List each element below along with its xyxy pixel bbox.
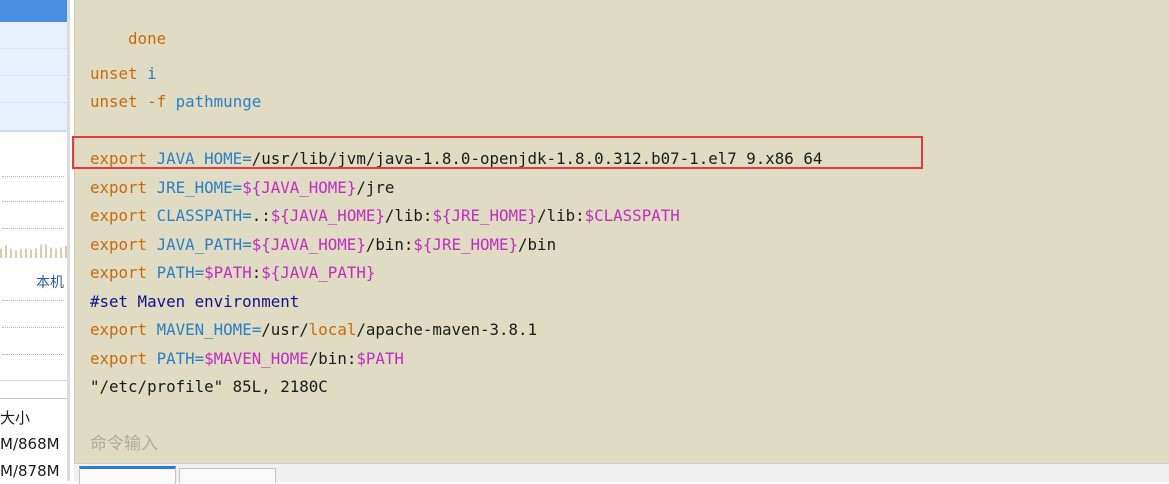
table-header-size: 大小 xyxy=(0,409,31,427)
sidebar-divider xyxy=(2,354,64,355)
code-line: export PATH=$MAVEN_HOME/bin:$PATH xyxy=(90,348,404,370)
sidebar-list[interactable] xyxy=(0,22,67,132)
keyword: export xyxy=(90,235,148,254)
keyword: local xyxy=(308,320,357,339)
keyword: export xyxy=(90,263,148,282)
code-line: export CLASSPATH=.:${JAVA_HOME}/lib:${JR… xyxy=(90,205,680,227)
path-value: .: xyxy=(251,206,271,225)
sidebar-list-row[interactable] xyxy=(0,103,67,129)
code-line: export JAVA_PATH=${JAVA_HOME}/bin:${JRE_… xyxy=(90,234,556,256)
path-value: /bin xyxy=(518,235,557,254)
variable: JRE_HOME= xyxy=(156,178,243,197)
variable-ref: ${JAVA_HOME} xyxy=(270,206,385,225)
sidebar-local-label[interactable]: 本机 xyxy=(36,272,64,292)
sidebar-list-row[interactable] xyxy=(0,76,67,103)
table-row[interactable]: M/868M xyxy=(0,435,60,453)
comment: #set xyxy=(90,292,129,311)
variable: pathmunge xyxy=(175,92,262,111)
sidebar-splitter[interactable] xyxy=(67,0,70,481)
keyword: export xyxy=(90,206,148,225)
path-value: /lib: xyxy=(537,206,585,225)
variable-ref: ${JAVA_HOME} xyxy=(242,178,357,197)
keyword: export xyxy=(90,178,148,197)
variable: JAVA_PATH= xyxy=(156,235,252,254)
code-line: done xyxy=(90,6,166,48)
path-value: : xyxy=(251,263,262,282)
variable: CLASSPATH= xyxy=(156,206,252,225)
table-row[interactable]: M/878M xyxy=(0,462,60,480)
path-value: /bin: xyxy=(365,235,414,254)
variable-ref: $MAVEN_HOME xyxy=(204,349,309,368)
code-line: export PATH=$PATH:${JAVA_PATH} xyxy=(90,262,375,284)
code-line: unset i xyxy=(90,63,157,85)
sidebar-divider xyxy=(2,300,64,301)
keyword: export xyxy=(90,320,148,339)
annotation-highlight-box xyxy=(72,136,923,169)
sidebar-divider xyxy=(2,201,64,202)
sidebar-divider xyxy=(2,176,64,177)
code-line: export MAVEN_HOME=/usr/local/apache-mave… xyxy=(90,319,537,341)
session-tab-active[interactable] xyxy=(79,466,176,484)
sidebar: 本机 大小 M/868M M/878M xyxy=(0,0,70,481)
path-value: /jre xyxy=(356,178,395,197)
keyword: export xyxy=(90,349,148,368)
sidebar-list-row[interactable] xyxy=(0,49,67,76)
variable-ref: ${JAVA_PATH} xyxy=(261,263,376,282)
variable: PATH= xyxy=(156,349,205,368)
sidebar-size-table: 大小 M/868M M/878M xyxy=(0,398,68,481)
flag: -f xyxy=(147,92,167,111)
sidebar-divider xyxy=(2,327,64,328)
keyword: unset xyxy=(90,64,138,83)
keyword: unset xyxy=(90,92,138,111)
vim-status-line: "/etc/profile" 85L, 2180C xyxy=(90,377,328,396)
keyword: done xyxy=(128,29,167,48)
variable: MAVEN_HOME= xyxy=(156,320,262,339)
sidebar-activity-graph xyxy=(0,242,67,258)
sidebar-divider xyxy=(0,380,67,381)
sidebar-list-row[interactable] xyxy=(0,22,67,49)
variable-ref: ${JRE_HOME} xyxy=(413,235,519,254)
variable-ref: ${JAVA_HOME} xyxy=(251,235,366,254)
terminal-view[interactable]: done unset i unset -f pathmunge export J… xyxy=(74,0,1169,463)
variable-ref: $PATH xyxy=(204,263,252,282)
sidebar-selected-item[interactable] xyxy=(0,0,67,22)
variable: PATH= xyxy=(156,263,205,282)
path-value: /apache-maven-3.8.1 xyxy=(356,320,538,339)
path-value: /lib: xyxy=(384,206,433,225)
code-line: export JRE_HOME=${JAVA_HOME}/jre xyxy=(90,177,394,199)
variable: i xyxy=(147,64,157,83)
path-value: /bin: xyxy=(308,349,357,368)
code-line-comment: #set Maven environment xyxy=(90,291,299,313)
variable-ref: ${JRE_HOME} xyxy=(432,206,538,225)
variable-ref: $CLASSPATH xyxy=(584,206,680,225)
command-input[interactable]: 命令输入 xyxy=(90,429,158,454)
path-value: /usr/ xyxy=(261,320,309,339)
comment: Maven environment xyxy=(128,292,300,311)
sidebar-divider xyxy=(2,228,64,229)
session-tab-bar xyxy=(74,463,1169,484)
code-line: unset -f pathmunge xyxy=(90,91,261,113)
variable-ref: $PATH xyxy=(356,349,404,368)
